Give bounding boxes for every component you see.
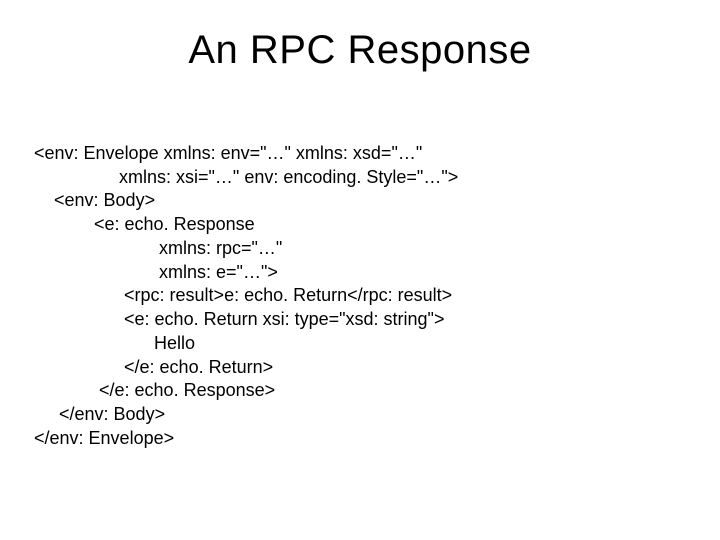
code-line: xmlns: rpc="…": [34, 238, 282, 258]
code-line: xmlns: xsi="…" env: encoding. Style="…">: [34, 167, 458, 187]
code-line: </env: Body>: [34, 404, 165, 424]
slide: An RPC Response <env: Envelope xmlns: en…: [0, 0, 720, 540]
code-line: <env: Envelope xmlns: env="…" xmlns: xsd…: [34, 143, 422, 163]
page-title: An RPC Response: [0, 28, 720, 73]
code-line: xmlns: e="…">: [34, 262, 278, 282]
code-line: <env: Body>: [34, 190, 155, 210]
code-line: <e: echo. Response: [34, 214, 255, 234]
code-line: </e: echo. Return>: [34, 357, 273, 377]
code-line: <e: echo. Return xsi: type="xsd: string"…: [34, 309, 444, 329]
code-block: <env: Envelope xmlns: env="…" xmlns: xsd…: [34, 118, 458, 474]
code-line: <rpc: result>e: echo. Return</rpc: resul…: [34, 285, 452, 305]
code-line: </e: echo. Response>: [34, 380, 275, 400]
code-line: Hello: [34, 333, 195, 353]
code-line: </env: Envelope>: [34, 428, 174, 448]
